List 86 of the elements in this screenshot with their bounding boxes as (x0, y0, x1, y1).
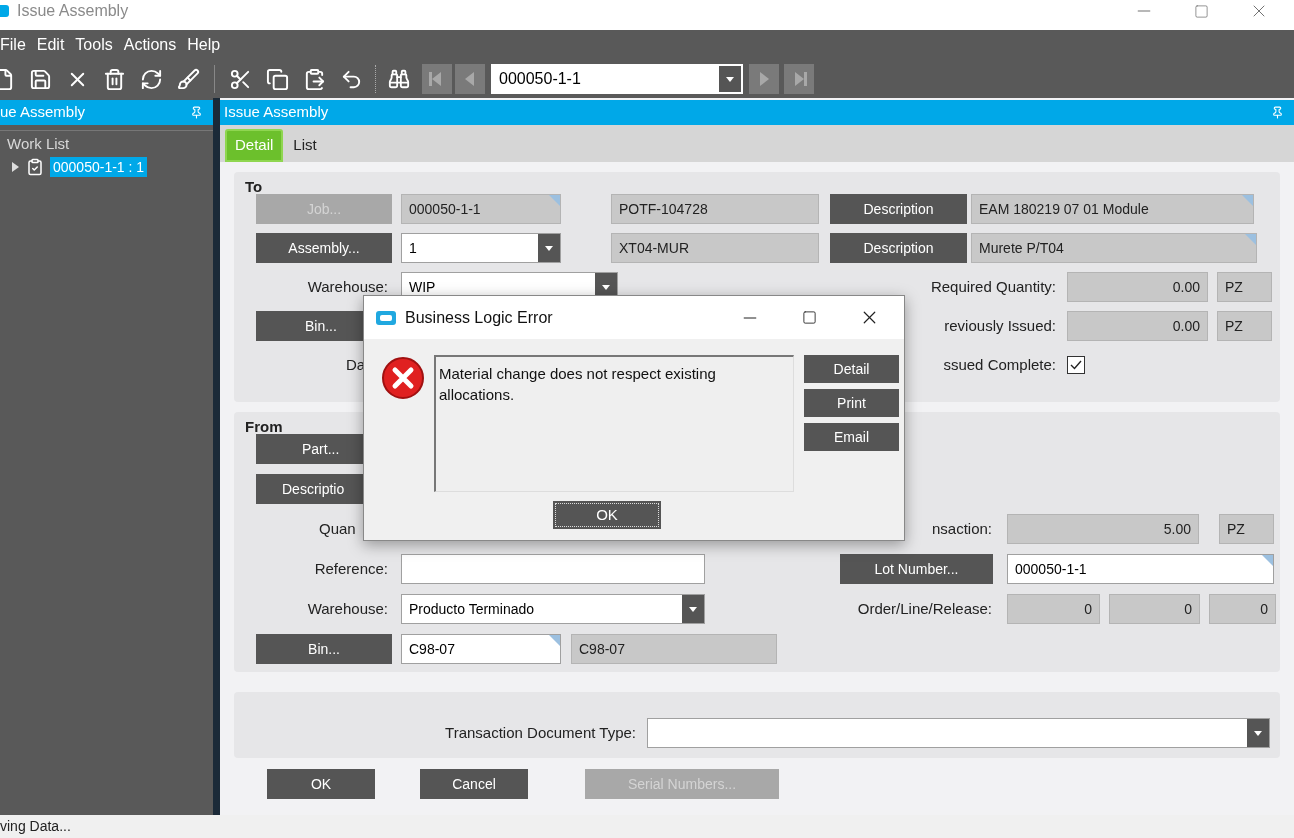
record-combo[interactable]: 000050-1-1 (491, 64, 743, 94)
field-label: Transaction Document Type: (445, 722, 636, 743)
description-button[interactable]: Descriptio (256, 474, 363, 504)
clipboard-icon (26, 158, 44, 176)
panel-title: Issue Assembly (224, 102, 329, 123)
maximize-icon[interactable] (802, 310, 817, 325)
description-button[interactable]: Description (830, 194, 967, 224)
cut-icon[interactable] (229, 67, 252, 91)
error-icon (381, 356, 425, 400)
field-label: Reference: (314, 560, 388, 577)
refresh-icon[interactable] (140, 67, 163, 91)
field-label: ssued Complete: (943, 354, 1056, 375)
order-line-field[interactable]: 0 (1007, 594, 1100, 624)
search-icon[interactable] (388, 68, 410, 90)
warehouse-combo[interactable]: Producto Terminado (401, 594, 705, 624)
status-text: ving Data... (0, 817, 71, 836)
tab[interactable]: List (285, 129, 325, 162)
assembly-button[interactable]: Assembly... (256, 233, 392, 263)
unit-field[interactable]: PZ (1217, 311, 1272, 341)
unit-field[interactable]: PZ (1219, 514, 1274, 544)
copy-icon[interactable] (266, 67, 289, 91)
trash-icon[interactable] (103, 67, 126, 91)
paste-icon[interactable] (303, 67, 326, 91)
field-label: reviously Issued: (944, 315, 1056, 336)
order-line-field[interactable]: 0 (1209, 594, 1276, 624)
menu-item[interactable]: Edit (36, 33, 65, 57)
menu-item[interactable]: Tools (75, 33, 113, 57)
order-line-field[interactable]: 0 (1109, 594, 1200, 624)
job-field[interactable]: 000050-1-1 (401, 194, 561, 224)
bin-description-field[interactable]: C98-07 (571, 634, 777, 664)
corner-flag-icon (1262, 555, 1273, 566)
dropdown-caret-icon (682, 595, 704, 623)
dialog-button[interactable]: Email (804, 423, 899, 451)
menu-item[interactable]: File (0, 33, 26, 57)
bin-button[interactable]: Bin... (256, 634, 392, 664)
app-icon (376, 310, 396, 325)
corner-flag-icon (549, 195, 560, 206)
lot-number-field[interactable]: 000050-1-1 (1007, 554, 1274, 584)
field-label: nsaction: (931, 518, 992, 539)
field-label: Required Quantity: (930, 276, 1056, 297)
dropdown-caret-icon (538, 234, 560, 262)
pin-icon[interactable] (190, 106, 203, 119)
order-field[interactable]: POTF-104728 (611, 194, 819, 224)
message-box: Material change does not respect existing allocations. (434, 355, 794, 492)
dialog-title: Business Logic Error (405, 307, 553, 328)
dropdown-caret-icon (1247, 719, 1269, 747)
pin-icon[interactable] (1271, 106, 1284, 119)
description-field[interactable]: EAM 180219 07 01 Module (971, 194, 1254, 224)
lot-number-button[interactable]: Lot Number... (840, 554, 993, 584)
corner-flag-icon (1242, 195, 1253, 206)
save-icon[interactable] (29, 67, 52, 91)
menu-item[interactable]: Actions (123, 33, 177, 57)
unit-field[interactable]: PZ (1217, 272, 1272, 302)
action-button[interactable]: OK (267, 769, 375, 799)
corner-flag-icon (549, 635, 560, 646)
description-field[interactable]: Murete P/T04 (971, 233, 1257, 263)
bin-button[interactable]: Bin... (256, 311, 363, 341)
field-label: Warehouse: (307, 278, 388, 295)
reference-field[interactable] (401, 554, 705, 584)
quantity-field[interactable]: 0.00 (1067, 311, 1208, 341)
window-title: Issue Assembly (17, 1, 129, 21)
field-label: Order/Line/Release: (857, 598, 992, 619)
assembly-combo[interactable]: 1 (401, 233, 561, 263)
action-button[interactable]: Cancel (420, 769, 528, 799)
expand-caret-icon[interactable] (10, 162, 20, 172)
menu-item[interactable]: Help (187, 33, 221, 57)
dialog-button[interactable]: Print (804, 389, 899, 417)
corner-flag-icon (1245, 234, 1256, 245)
document-type-combo[interactable] (647, 718, 1270, 748)
group-title: To (244, 177, 264, 194)
group-title: From (244, 417, 284, 434)
part-button[interactable]: Part... (256, 434, 363, 464)
part-field[interactable]: XT04-MUR (611, 233, 819, 263)
ok-button[interactable]: OK (553, 501, 661, 529)
quantity-field[interactable]: 0.00 (1067, 272, 1208, 302)
dialog-button[interactable]: Detail (804, 355, 899, 383)
checkbox[interactable] (1067, 356, 1085, 374)
panel-title: ue Assembly (0, 102, 86, 123)
tree-item: Work List (6, 134, 71, 154)
field-label: Warehouse: (307, 600, 388, 617)
quantity-field[interactable]: 5.00 (1007, 514, 1199, 544)
field-label: Quan (319, 518, 356, 539)
app-icon (0, 5, 9, 17)
description-button[interactable]: Description (830, 233, 967, 263)
bin-field[interactable]: C98-07 (401, 634, 561, 664)
dropdown-caret-icon (719, 66, 741, 92)
